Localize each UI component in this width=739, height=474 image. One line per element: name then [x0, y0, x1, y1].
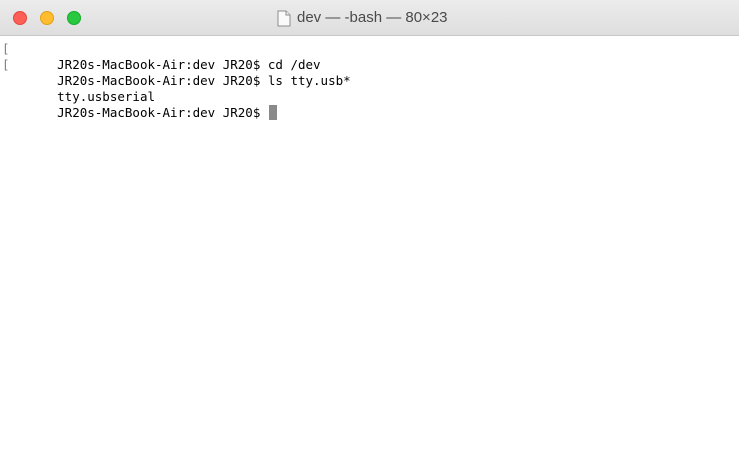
- title-bar[interactable]: dev — -bash — 80×23: [0, 0, 739, 36]
- close-icon[interactable]: [13, 11, 27, 25]
- terminal-line: JR20s-MacBook-Air:dev JR20$: [12, 89, 739, 120]
- zoom-icon[interactable]: [67, 11, 81, 25]
- terminal-line: [JR20s-MacBook-Air:dev JR20$ cd /dev: [2, 41, 739, 72]
- terminal-prompt-text: JR20s-MacBook-Air:dev JR20$: [57, 105, 268, 120]
- minimize-icon[interactable]: [40, 11, 54, 25]
- terminal-content[interactable]: [JR20s-MacBook-Air:dev JR20$ cd /dev [JR…: [0, 36, 739, 474]
- document-icon: [277, 10, 291, 26]
- terminal-cursor[interactable]: [268, 105, 277, 120]
- terminal-window: dev — -bash — 80×23 [JR20s-MacBook-Air:d…: [0, 0, 739, 474]
- window-title: dev — -bash — 80×23: [297, 9, 448, 26]
- window-title-group: dev — -bash — 80×23: [277, 9, 448, 27]
- terminal-line: tty.usbserial: [12, 73, 739, 104]
- terminal-line: [JR20s-MacBook-Air:dev JR20$ ls tty.usb*: [2, 57, 739, 88]
- line-mark: [: [2, 57, 10, 72]
- line-mark: [: [2, 41, 10, 56]
